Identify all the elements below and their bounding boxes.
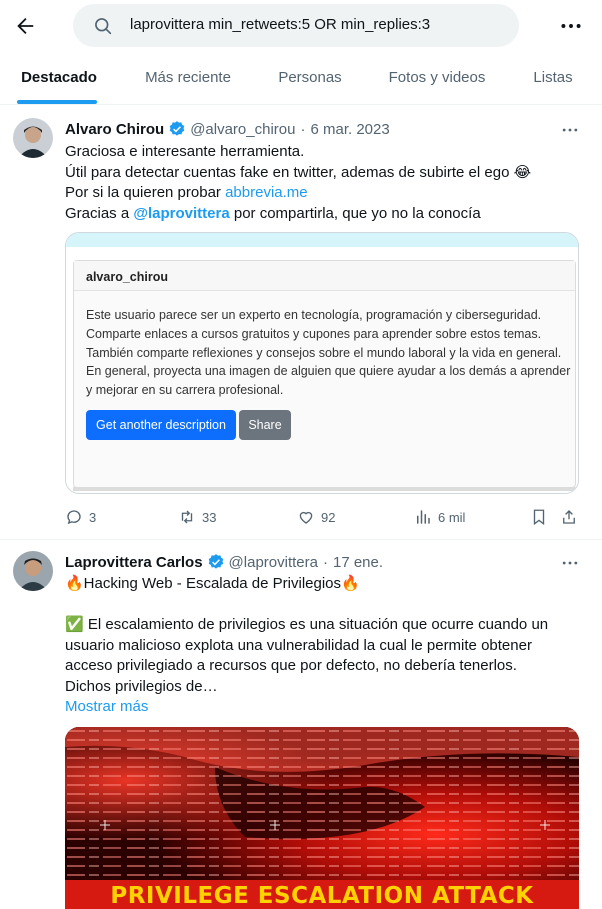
search-tabs: Destacado Más reciente Personas Fotos y … — [0, 56, 602, 105]
link-abbrevia[interactable]: abbrevia.me — [225, 184, 308, 201]
hacking-image — [65, 727, 579, 880]
separator: · — [300, 120, 306, 138]
description-line: También comparte reflexiones y consejos … — [86, 345, 562, 360]
author-name[interactable]: Laprovittera Carlos — [65, 554, 203, 571]
author-handle[interactable]: @laprovittera — [229, 554, 318, 571]
description-line: En general, proyecta una imagen de algui… — [86, 364, 571, 379]
tab-fotos-y-videos[interactable]: Fotos y videos — [387, 56, 487, 104]
panel-description: Este usuario parece ser un experto en te… — [86, 306, 571, 400]
author-name[interactable]: Alvaro Chirou — [65, 121, 164, 138]
panel-title: alvaro_chirou — [74, 261, 575, 291]
tweet-date[interactable]: 17 ene. — [333, 554, 383, 571]
share-icon — [563, 510, 575, 524]
tweet-text: 🔥Hacking Web - Escalada de Privilegios🔥 … — [65, 574, 575, 718]
tweet-line: 🔥Hacking Web - Escalada de Privilegios🔥 — [65, 575, 360, 592]
description-panel: alvaro_chirou Este usuario parece ser un… — [73, 260, 576, 488]
tweet-text: Graciosa e interesante herramienta. Útil… — [65, 142, 575, 224]
tweet-line: Graciosa e interesante herramienta. — [65, 143, 305, 160]
tweet-actions: 3 33 92 6 mil — [65, 506, 580, 528]
reply-count: 3 — [89, 509, 97, 525]
card-header-strip — [66, 233, 578, 247]
view-count: 6 mil — [438, 509, 466, 525]
tweet-line: Gracias a @laprovittera por compartirla,… — [65, 204, 481, 222]
retweet-count: 33 — [202, 509, 217, 525]
top-bar: laprovittera min_retweets:5 OR min_repli… — [0, 0, 602, 52]
more-options-icon[interactable] — [558, 13, 584, 39]
heart-icon — [299, 511, 313, 524]
retweet-button[interactable]: 33 — [178, 506, 216, 528]
tab-mas-reciente[interactable]: Más reciente — [142, 56, 234, 104]
share-tweet-button[interactable] — [560, 506, 584, 528]
description-line: y mejorar en su carrera profesional. — [86, 383, 284, 398]
bookmark-button[interactable] — [530, 506, 554, 528]
tweet-line: usuario malicioso explota una vulnerabil… — [65, 636, 532, 654]
tweet-line: Útil para detectar cuentas fake en twitt… — [65, 163, 532, 181]
back-arrow-icon[interactable] — [12, 13, 38, 39]
description-line: Este usuario parece ser un experto en te… — [86, 308, 542, 322]
search-icon — [95, 18, 112, 35]
views-icon — [417, 510, 430, 524]
verified-badge-icon — [208, 554, 223, 569]
search-input[interactable]: laprovittera min_retweets:5 OR min_repli… — [130, 16, 430, 33]
card-scrollbar[interactable] — [73, 487, 576, 491]
more-options-icon[interactable] — [560, 553, 580, 573]
tweet-line: acceso privilegiado a recursos que por d… — [65, 657, 517, 674]
separator: · — [322, 553, 328, 571]
author-handle[interactable]: @alvaro_chirou — [190, 121, 295, 138]
tweet[interactable]: Alvaro Chirou @alvaro_chirou · 6 mar. 20… — [0, 106, 602, 540]
search-bar[interactable]: laprovittera min_retweets:5 OR min_repli… — [73, 4, 519, 47]
tab-listas[interactable]: Listas — [531, 56, 575, 104]
active-tab-indicator — [17, 100, 97, 104]
tweet-line: ✅ El escalamiento de privilegios es una … — [65, 616, 549, 633]
description-line: Comparte enlaces a cursos gratuitos y cu… — [86, 326, 542, 341]
like-button[interactable]: 92 — [297, 506, 335, 528]
embedded-card[interactable]: alvaro_chirou Este usuario parece ser un… — [65, 232, 579, 494]
show-more-link[interactable]: Mostrar más — [65, 697, 575, 718]
like-count: 92 — [321, 509, 336, 525]
retweet-icon — [181, 510, 193, 524]
avatar[interactable] — [13, 118, 53, 158]
tweet-media-image[interactable]: PRIVILEGE ESCALATION ATTACK — [65, 727, 579, 909]
share-button[interactable]: Share — [239, 410, 291, 440]
views-button[interactable]: 6 mil — [414, 506, 465, 528]
tweet-date[interactable]: 6 mar. 2023 — [310, 121, 389, 138]
image-caption: PRIVILEGE ESCALATION ATTACK — [65, 880, 579, 909]
reply-button[interactable]: 3 — [65, 506, 96, 528]
avatar[interactable] — [13, 551, 53, 591]
mention-laprovittera[interactable]: @laprovittera — [133, 205, 229, 222]
tweet-line: Dichos privilegios de… — [65, 677, 218, 695]
get-another-description-button[interactable]: Get another description — [86, 410, 236, 440]
reply-icon — [67, 510, 81, 525]
tab-destacado[interactable]: Destacado — [19, 56, 99, 104]
more-options-icon[interactable] — [560, 120, 580, 140]
verified-badge-icon — [169, 121, 185, 136]
tweet-line: Por si la quieren probar abbrevia.me — [65, 184, 308, 201]
bookmark-icon — [533, 509, 545, 526]
tab-personas[interactable]: Personas — [277, 56, 343, 104]
